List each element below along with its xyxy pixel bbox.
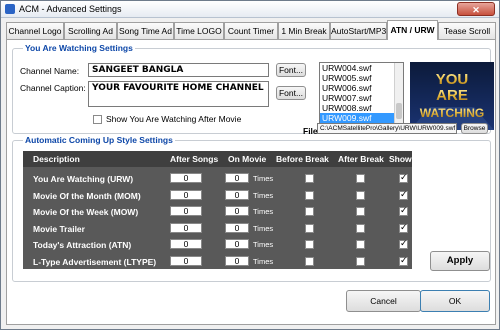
before-break-checkbox[interactable] (305, 240, 314, 249)
close-button[interactable]: ✕ (457, 2, 495, 16)
after-songs-input[interactable]: 0 (170, 206, 202, 216)
tab-scrolling-ad[interactable]: Scrolling Ad (64, 22, 117, 39)
col-on-movie: On Movie (228, 154, 267, 164)
before-break-checkbox[interactable] (305, 223, 314, 233)
browse-button[interactable]: Browse (461, 123, 488, 134)
list-scrollbar[interactable] (394, 63, 403, 129)
show-checkbox[interactable] (399, 189, 408, 200)
channel-caption-font-button[interactable]: Font... (276, 86, 306, 100)
times-label: Times (253, 207, 274, 216)
scroll-thumb[interactable] (396, 103, 402, 119)
before-break-checkbox[interactable] (305, 207, 314, 216)
times-label: Times (253, 256, 274, 266)
tab-strip: Channel Logo Scrolling Ad Song Time Ad T… (6, 20, 496, 40)
after-songs-input[interactable]: 0 (170, 189, 202, 200)
times-label: Times (253, 223, 274, 233)
after-break-checkbox[interactable] (356, 190, 365, 200)
after-break-checkbox[interactable] (356, 223, 365, 233)
row-description: Movie Of the Week (MOW) (33, 207, 139, 217)
window-title: ACM - Advanced Settings (19, 4, 122, 14)
tab-time-logo[interactable]: Time LOGO (174, 22, 224, 39)
row-description: Movie Of the Month (MOM) (33, 190, 141, 201)
show-checkbox[interactable] (399, 172, 408, 183)
times-label: Times (253, 174, 274, 183)
before-break-checkbox[interactable] (305, 190, 314, 200)
list-item[interactable]: URW008.swf (320, 103, 403, 113)
col-description: Description (33, 154, 80, 164)
col-after-break: After Break (338, 154, 384, 164)
channel-name-input[interactable]: SANGEET BANGLA (88, 63, 269, 77)
tab-channel-logo[interactable]: Channel Logo (6, 22, 64, 39)
title-bar[interactable]: ACM - Advanced Settings ✕ (1, 1, 499, 18)
after-break-checkbox[interactable] (356, 240, 365, 249)
col-after-songs: After Songs (170, 154, 219, 164)
watching-group-title: You Are Watching Settings (23, 43, 135, 53)
show-after-movie-label: Show You Are Watching After Movie (106, 114, 242, 124)
ok-button[interactable]: OK (420, 290, 490, 312)
list-item[interactable]: URW006.swf (320, 83, 403, 93)
on-movie-input[interactable]: 0 (225, 222, 249, 233)
watching-settings-group: You Are Watching Settings Channel Name: … (12, 43, 494, 136)
after-break-checkbox[interactable] (356, 174, 365, 183)
you-are-watching-graphic: YOU ARE WATCHING (410, 71, 494, 130)
urw-preview-image: YOU ARE WATCHING (410, 62, 494, 130)
list-item-selected[interactable]: URW009.swf (320, 113, 403, 123)
after-songs-input[interactable]: 0 (170, 222, 202, 233)
advanced-settings-window: ACM - Advanced Settings ✕ Channel Logo S… (0, 0, 500, 330)
cancel-button[interactable]: Cancel (346, 290, 421, 312)
before-break-checkbox[interactable] (305, 256, 314, 266)
before-break-checkbox[interactable] (305, 174, 314, 183)
tab-panel: You Are Watching Settings Channel Name: … (6, 39, 496, 325)
times-label: Times (253, 240, 274, 249)
show-after-movie-checkbox[interactable] (93, 115, 102, 124)
after-songs-input[interactable]: 0 (170, 239, 202, 249)
coming-up-group-title: Automatic Coming Up Style Settings (23, 135, 175, 145)
row-description: You Are Watching (URW) (33, 174, 134, 184)
after-songs-input[interactable]: 0 (170, 255, 202, 266)
tab-tease-scroll[interactable]: Tease Scroll (438, 22, 496, 39)
after-songs-input[interactable]: 0 (170, 173, 202, 183)
tab-autostart-mp3[interactable]: AutoStart/MP3 (330, 22, 387, 39)
on-movie-input[interactable]: 0 (225, 206, 249, 216)
list-item[interactable]: URW007.swf (320, 93, 403, 103)
col-before-break: Before Break (276, 154, 329, 164)
list-item[interactable]: URW004.swf (320, 63, 403, 73)
file-path-field: C:\ACMSatellitePro\Gallery\URW\URW009.sw… (317, 123, 457, 134)
on-movie-input[interactable]: 0 (225, 189, 249, 200)
show-checkbox[interactable] (399, 255, 408, 266)
channel-name-label: Channel Name: (20, 66, 80, 76)
on-movie-input[interactable]: 0 (225, 255, 249, 266)
on-movie-input[interactable]: 0 (225, 173, 249, 183)
row-description: Today's Attraction (ATN) (33, 240, 132, 250)
col-show: Show (389, 154, 412, 164)
urw-file-list[interactable]: URW004.swf URW005.swf URW006.swf URW007.… (319, 62, 404, 130)
apply-button[interactable]: Apply (430, 251, 490, 271)
after-break-checkbox[interactable] (356, 207, 365, 216)
channel-name-font-button[interactable]: Font... (276, 63, 306, 77)
preview-word-3: WATCHING (420, 106, 484, 120)
after-break-checkbox[interactable] (356, 256, 365, 266)
times-label: Times (253, 190, 274, 200)
app-icon (5, 4, 15, 14)
show-checkbox[interactable] (399, 238, 408, 249)
row-description: Movie Trailer (33, 223, 85, 234)
row-description: L-Type Advertisement (LTYPE) (33, 256, 157, 267)
show-checkbox[interactable] (399, 222, 408, 233)
show-checkbox[interactable] (399, 205, 408, 216)
table-header: Description After Songs On Movie Before … (23, 151, 412, 167)
coming-up-table: Description After Songs On Movie Before … (23, 151, 412, 269)
preview-word-2: ARE (436, 87, 468, 104)
tab-atn-urw[interactable]: ATN / URW (387, 20, 438, 40)
preview-word-1: YOU (436, 71, 469, 88)
tab-song-time-ad[interactable]: Song Time Ad (117, 22, 174, 39)
tab-1-min-break[interactable]: 1 Min Break (278, 22, 330, 39)
channel-caption-label: Channel Caption: (20, 83, 86, 93)
list-item[interactable]: URW005.swf (320, 73, 403, 83)
tab-count-timer[interactable]: Count Timer (224, 22, 278, 39)
on-movie-input[interactable]: 0 (225, 239, 249, 249)
channel-caption-input[interactable]: YOUR FAVOURITE HOME CHANNEL (88, 81, 269, 107)
